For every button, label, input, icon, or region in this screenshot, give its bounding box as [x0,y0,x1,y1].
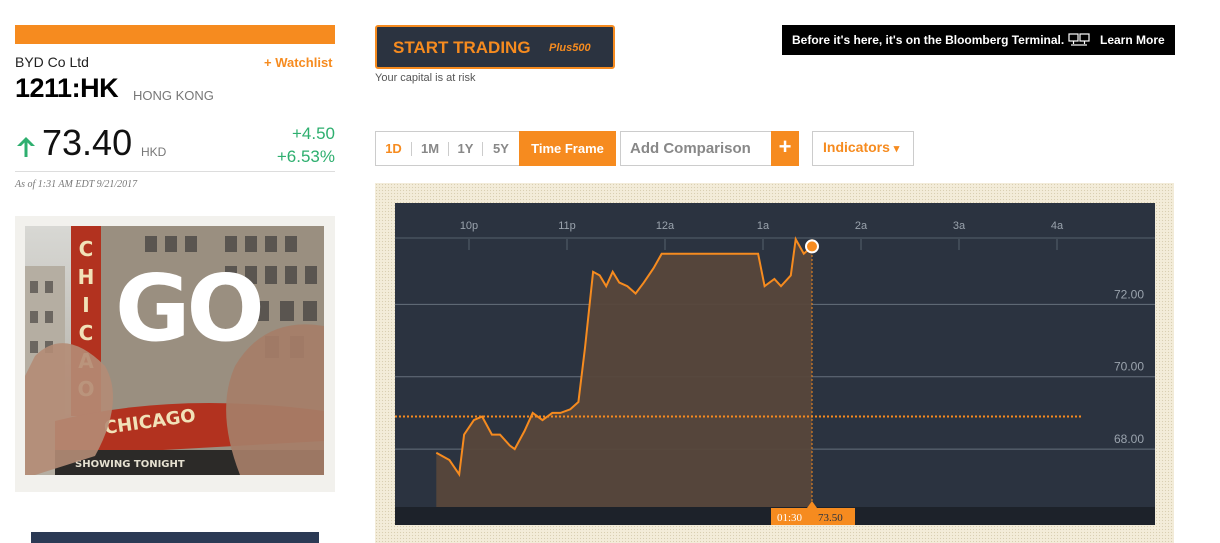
x-tick-label: 2a [855,220,868,232]
price-chart[interactable]: 10p 11p 12a 1a 2a 3a 4a 72.0070.0068.00 01:30 … [395,203,1155,525]
svg-text:SHOWING TONIGHT: SHOWING TONIGHT [75,459,185,470]
chevron-down-icon: ▾ [893,143,900,155]
watchlist-link[interactable]: + Watchlist [264,55,333,70]
price-change: +4.50 [291,124,335,143]
brand-bar [15,25,335,44]
crosshair-time: 01:30 [777,512,803,524]
as-of-timestamp: As of 1:31 AM EDT 9/21/2017 [15,179,138,190]
bottom-ad-strip [31,532,319,543]
monitor-icon [1068,33,1090,46]
y-tick-label: 72.00 [1114,287,1144,301]
risk-disclaimer: Your capital is at risk [375,72,476,84]
learn-more-link[interactable]: Learn More [1100,33,1165,47]
time-frame-button[interactable]: Time Frame [519,131,616,166]
range-5y-button[interactable]: 5Y [483,132,519,165]
indicators-label: Indicators [823,139,890,155]
start-trading-label: START TRADING [393,38,531,57]
indicators-dropdown[interactable]: Indicators ▾ [812,131,914,166]
side-ad-headline: GO [115,255,265,362]
range-1d-button[interactable]: 1D [376,132,411,165]
currency-label: HKD [141,145,167,159]
exchange-name: HONG KONG [133,88,214,103]
last-price: 73.40 [42,122,133,163]
svg-text:I: I [82,293,89,317]
plus500-logo: Plus500 [549,42,591,54]
x-tick-label: 3a [953,220,966,232]
divider [15,171,335,172]
x-tick-label: 11p [558,220,576,232]
range-selector: 1D 1M 1Y 5Y Time Frame [375,131,616,166]
svg-text:C: C [79,321,94,345]
terminal-banner-text: Before it's here, it's on the Bloomberg … [792,33,1065,47]
x-tick-label: 12a [656,220,675,232]
terminal-banner[interactable]: Before it's here, it's on the Bloomberg … [782,25,1175,55]
x-tick-label: 4a [1051,220,1064,232]
price-change-percent: +6.53% [276,147,335,166]
y-tick-label: 68.00 [1114,432,1144,446]
range-1y-button[interactable]: 1Y [449,132,482,165]
svg-text:C: C [79,237,94,261]
y-tick-label: 70.00 [1114,360,1144,374]
start-trading-ad-button[interactable]: START TRADING Plus500 [375,25,615,69]
crosshair-value: 73.50 [818,512,843,524]
ticker-symbol: 1211:HK [15,73,119,103]
company-name: BYD Co Ltd [15,54,89,70]
last-price-marker [805,239,819,254]
add-comparison-button[interactable]: + [771,131,799,166]
x-tick-label: 10p [460,220,478,232]
svg-text:H: H [78,265,95,289]
range-1m-button[interactable]: 1M [412,132,448,165]
x-tick-label: 1a [757,220,770,232]
add-comparison-input[interactable] [620,131,772,166]
up-arrow-icon [17,137,35,157]
